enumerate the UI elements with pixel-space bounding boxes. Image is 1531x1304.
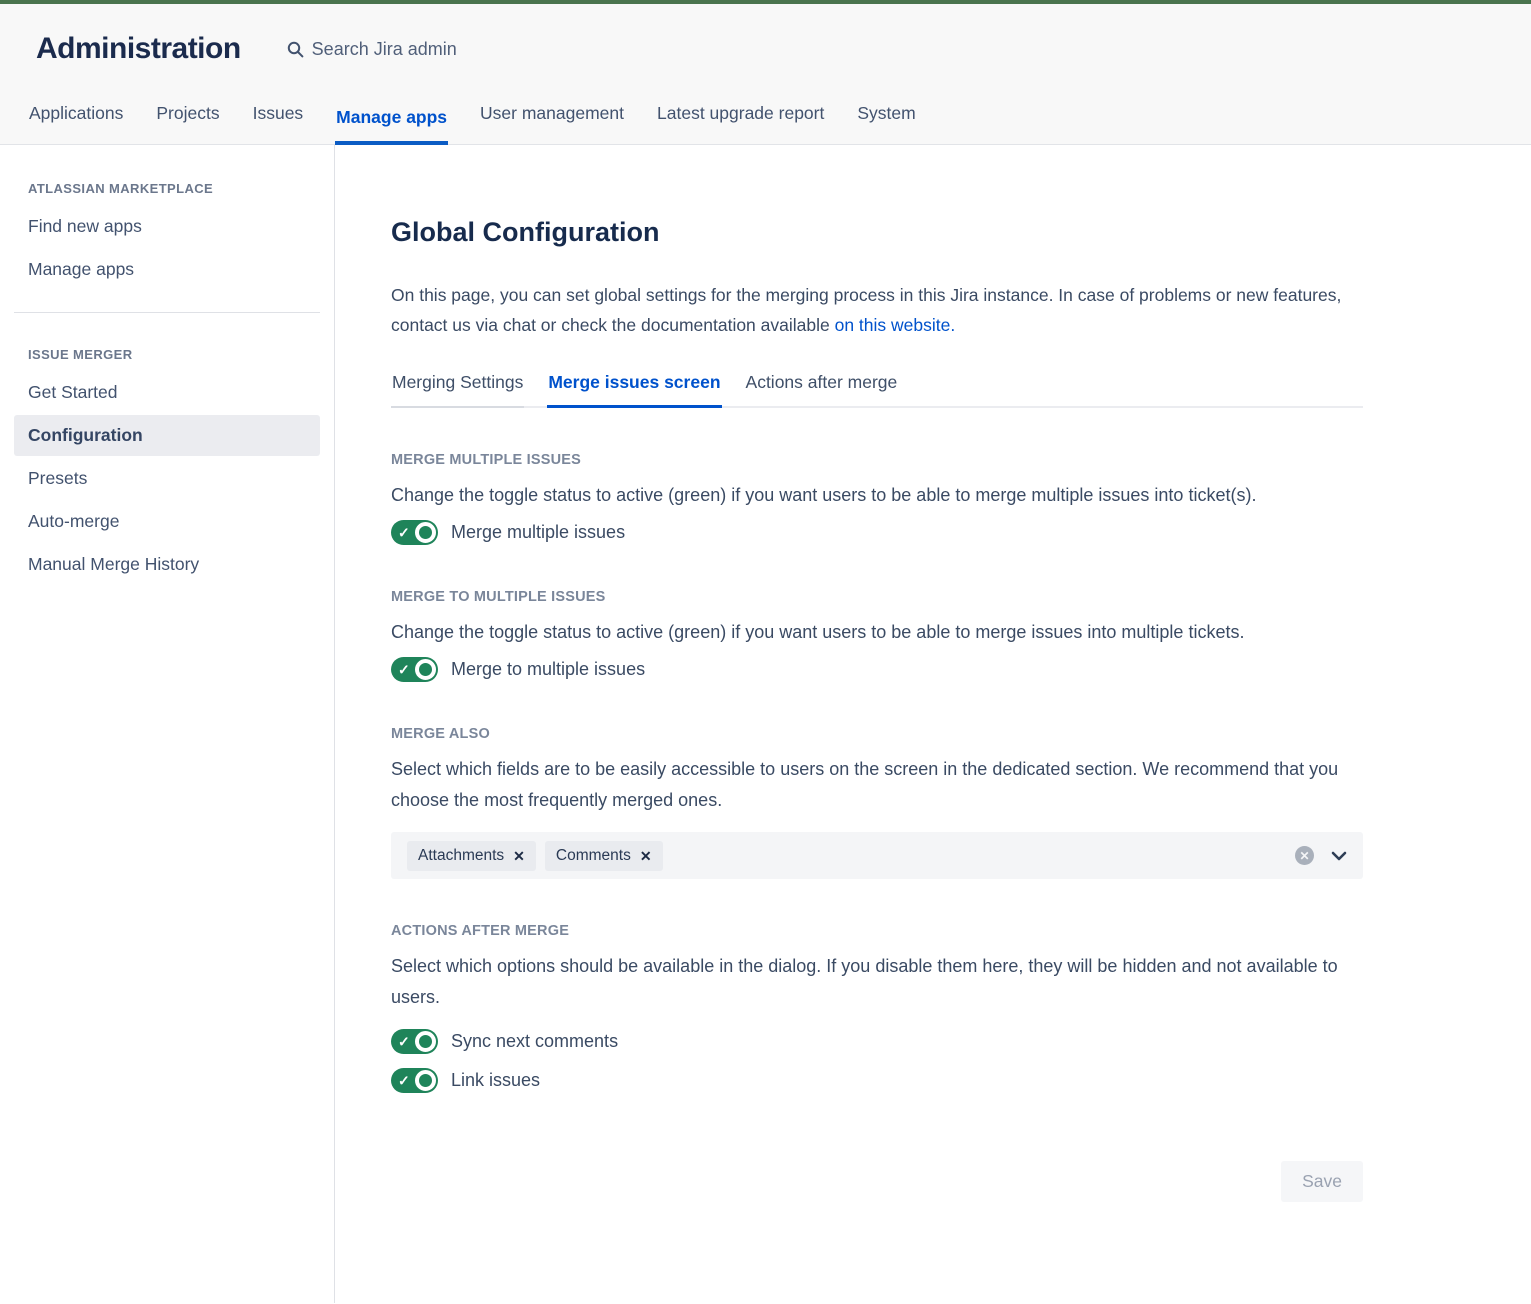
check-icon: ✓ xyxy=(398,525,410,539)
sidebar-section-atlassian-marketplace: ATLASSIAN MARKETPLACE xyxy=(14,181,320,196)
toggle-knob xyxy=(415,1070,436,1091)
config-tabs: Merging Settings Merge issues screen Act… xyxy=(391,372,1363,408)
section-label: MERGE TO MULTIPLE ISSUES xyxy=(391,589,1363,605)
clear-all-icon[interactable]: ✕ xyxy=(1295,846,1314,865)
nav-item-issues[interactable]: Issues xyxy=(252,103,305,145)
toggle-label: Sync next comments xyxy=(451,1031,618,1052)
section-merge-multiple-issues: MERGE MULTIPLE ISSUES Change the toggle … xyxy=(391,452,1363,545)
search-input[interactable] xyxy=(312,39,572,60)
toggle-knob xyxy=(415,522,436,543)
admin-search[interactable] xyxy=(287,39,572,60)
nav-item-user-management[interactable]: User management xyxy=(479,103,625,145)
remove-tag-icon[interactable]: ✕ xyxy=(640,849,652,863)
top-nav: Applications Projects Issues Manage apps… xyxy=(0,76,1531,145)
nav-item-projects[interactable]: Projects xyxy=(155,103,220,145)
toggle-label: Merge to multiple issues xyxy=(451,659,645,680)
app-title: Administration xyxy=(36,32,241,66)
tab-merging-settings[interactable]: Merging Settings xyxy=(391,372,524,408)
page-title: Global Configuration xyxy=(391,217,1363,248)
link-issues-toggle[interactable]: ✓ xyxy=(391,1068,438,1093)
tab-merge-issues-screen[interactable]: Merge issues screen xyxy=(547,372,721,408)
section-label: MERGE MULTIPLE ISSUES xyxy=(391,452,1363,468)
toggle-knob xyxy=(415,1031,436,1052)
tag-comments: Comments ✕ xyxy=(545,841,663,871)
intro-paragraph: On this page, you can set global setting… xyxy=(391,280,1363,340)
tag-label: Attachments xyxy=(418,847,504,865)
section-description: Select which options should be available… xyxy=(391,951,1363,1013)
sync-next-comments-toggle[interactable]: ✓ xyxy=(391,1029,438,1054)
sidebar-item-manage-apps[interactable]: Manage apps xyxy=(14,249,320,290)
sidebar-item-manual-merge-history[interactable]: Manual Merge History xyxy=(14,544,320,585)
nav-item-applications[interactable]: Applications xyxy=(28,103,124,145)
merge-to-multiple-issues-toggle[interactable]: ✓ xyxy=(391,657,438,682)
tag-attachments: Attachments ✕ xyxy=(407,841,536,871)
sidebar: ATLASSIAN MARKETPLACE Find new apps Mana… xyxy=(0,145,335,1303)
check-icon: ✓ xyxy=(398,1073,410,1087)
section-merge-also: MERGE ALSO Select which fields are to be… xyxy=(391,726,1363,879)
sidebar-item-auto-merge[interactable]: Auto-merge xyxy=(14,501,320,542)
app-header: Administration Applications Projects Iss… xyxy=(0,4,1531,145)
toggle-label: Link issues xyxy=(451,1070,540,1091)
remove-tag-icon[interactable]: ✕ xyxy=(513,849,525,863)
section-actions-after-merge: ACTIONS AFTER MERGE Select which options… xyxy=(391,923,1363,1093)
section-label: ACTIONS AFTER MERGE xyxy=(391,923,1363,939)
sidebar-item-find-new-apps[interactable]: Find new apps xyxy=(14,206,320,247)
nav-item-latest-upgrade-report[interactable]: Latest upgrade report xyxy=(656,103,825,145)
sidebar-item-presets[interactable]: Presets xyxy=(14,458,320,499)
search-icon xyxy=(287,41,304,58)
section-label: MERGE ALSO xyxy=(391,726,1363,742)
save-button[interactable]: Save xyxy=(1281,1161,1363,1202)
section-description: Select which fields are to be easily acc… xyxy=(391,754,1363,816)
chevron-down-icon[interactable] xyxy=(1331,851,1347,861)
tab-actions-after-merge[interactable]: Actions after merge xyxy=(745,372,899,408)
sidebar-section-issue-merger: ISSUE MERGER xyxy=(14,347,320,362)
nav-item-manage-apps[interactable]: Manage apps xyxy=(335,107,448,145)
section-description: Change the toggle status to active (gree… xyxy=(391,480,1363,511)
sidebar-divider xyxy=(14,312,320,313)
check-icon: ✓ xyxy=(398,662,410,676)
toggle-knob xyxy=(415,659,436,680)
nav-item-system[interactable]: System xyxy=(856,103,916,145)
sidebar-item-configuration[interactable]: Configuration xyxy=(14,415,320,456)
sidebar-item-get-started[interactable]: Get Started xyxy=(14,372,320,413)
main-content: Global Configuration On this page, you c… xyxy=(335,145,1531,1303)
check-icon: ✓ xyxy=(398,1034,410,1048)
merge-also-multiselect[interactable]: Attachments ✕ Comments ✕ ✕ xyxy=(391,832,1363,879)
documentation-link[interactable]: on this website. xyxy=(835,315,956,335)
toggle-label: Merge multiple issues xyxy=(451,522,625,543)
merge-multiple-issues-toggle[interactable]: ✓ xyxy=(391,520,438,545)
section-description: Change the toggle status to active (gree… xyxy=(391,617,1363,648)
section-merge-to-multiple-issues: MERGE TO MULTIPLE ISSUES Change the togg… xyxy=(391,589,1363,682)
tag-label: Comments xyxy=(556,847,631,865)
